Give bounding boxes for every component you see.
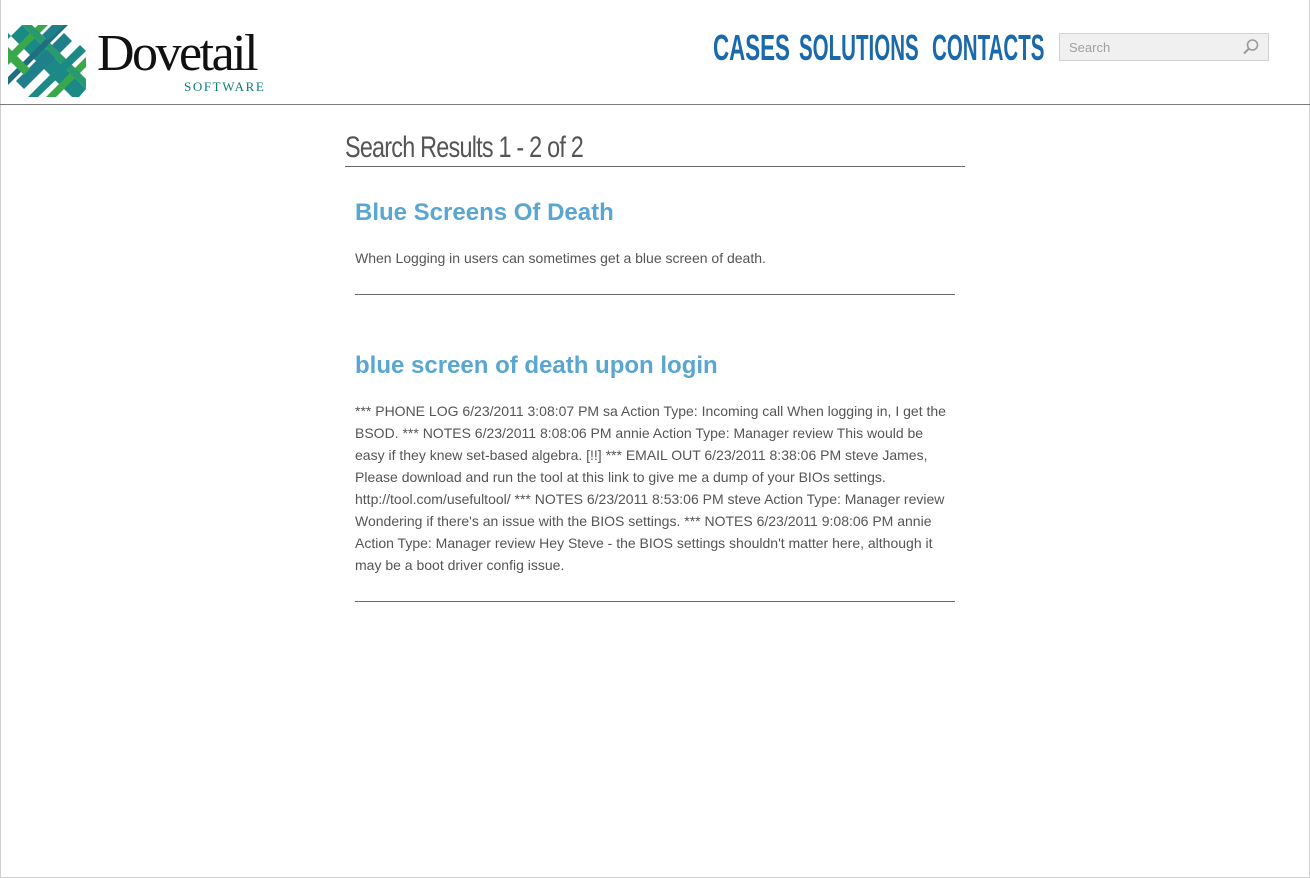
result-title-link[interactable]: Blue Screens Of Death	[355, 198, 614, 228]
brand-subtitle: SOFTWARE	[184, 79, 266, 94]
nav-contacts[interactable]: CONTACTS	[932, 28, 1044, 68]
result-snippet: When Logging in users can sometimes get …	[355, 250, 766, 266]
search-input[interactable]	[1060, 34, 1240, 60]
site-header: Dovetail SOFTWARE CASES SOLUTIONS CONTAC…	[0, 0, 1310, 105]
result-title-link[interactable]: blue screen of death upon login	[355, 351, 718, 381]
nav-solutions[interactable]: SOLUTIONS	[799, 28, 919, 68]
search-result: Blue Screens Of Death When Logging in us…	[355, 198, 955, 295]
search-box	[1059, 33, 1269, 61]
results-header: Search Results 1 - 2 of 2	[345, 128, 965, 167]
nav-cases[interactable]: CASES	[713, 28, 790, 68]
search-icon[interactable]	[1242, 38, 1260, 56]
result-snippet: *** PHONE LOG 6/23/2011 3:08:07 PM sa Ac…	[355, 403, 946, 573]
search-result: blue screen of death upon login *** PHON…	[355, 351, 955, 602]
results-count-title: Search Results 1 - 2 of 2	[345, 131, 584, 164]
dovetail-logo-icon	[8, 25, 86, 97]
brand-name: Dovetail	[97, 25, 259, 82]
